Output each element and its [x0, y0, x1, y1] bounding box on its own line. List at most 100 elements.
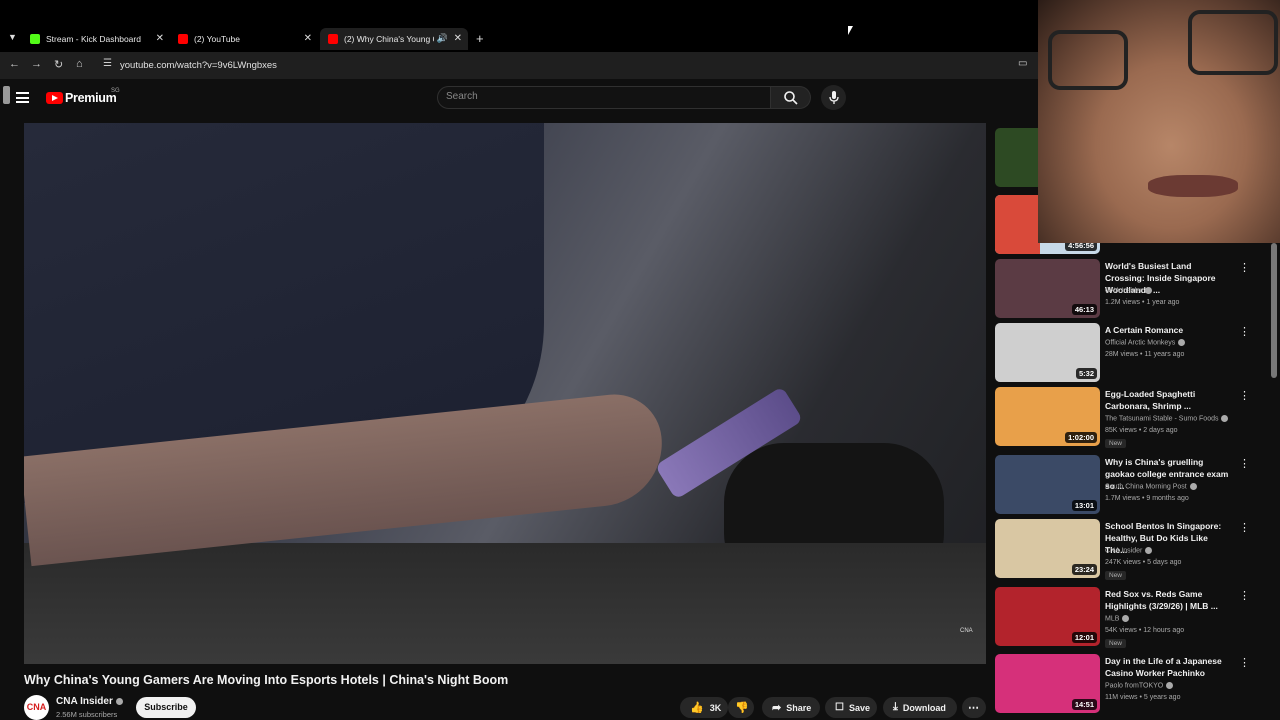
rec-title: Red Sox vs. Reds Game Highlights (3/29/2…: [1105, 589, 1218, 611]
subscriber-count: 2.56M subscribers: [56, 710, 118, 719]
webcam-overlay: [1038, 0, 1280, 243]
new-badge: New: [1105, 639, 1127, 648]
rec-thumbnail: 23:24: [995, 519, 1100, 578]
close-icon[interactable]: ✕: [156, 33, 164, 44]
dislike-button[interactable]: 👎: [728, 697, 754, 718]
logo-text[interactable]: Premium: [65, 91, 117, 105]
video-player[interactable]: [24, 123, 986, 664]
channel-name-text: CNA Insider: [56, 696, 113, 707]
rec-meta: 1.7M views • 9 months ago: [1105, 495, 1189, 502]
rec-meta: 28M views • 11 years ago: [1105, 351, 1185, 358]
cast-icon[interactable]: ▭: [1018, 58, 1027, 69]
thumbs-down-icon: 👎: [735, 702, 749, 714]
verified-icon: [115, 697, 123, 705]
rec-channel: CNA Insider: [1105, 287, 1153, 295]
more-vertical-icon[interactable]: ⋮: [1239, 261, 1250, 274]
list-item[interactable]: 12:01 Red Sox vs. Reds Game Highlights (…: [995, 587, 1255, 649]
new-badge: New: [1105, 571, 1127, 580]
kick-icon: [30, 34, 40, 44]
save-button[interactable]: ☐ Save: [825, 697, 877, 718]
verified-icon: [1122, 615, 1130, 622]
like-button[interactable]: 👍 3K: [680, 697, 728, 718]
tab-kick-dashboard[interactable]: Stream - Kick Dashboard ✕: [22, 28, 170, 50]
more-horizontal-icon: ⋯: [968, 702, 979, 714]
more-actions-button[interactable]: ⋯: [962, 697, 986, 718]
search-icon: [784, 91, 798, 105]
list-item[interactable]: 46:13 World's Busiest Land Crossing: Ins…: [995, 259, 1255, 321]
list-item[interactable]: 5:32 A Certain Romance Official Arctic M…: [995, 323, 1255, 385]
thumbs-up-icon: 👍: [690, 702, 704, 714]
country-code: SG: [111, 88, 120, 94]
search-box[interactable]: [437, 86, 771, 109]
list-item[interactable]: 1:02:00 Egg-Loaded Spaghetti Carbonara, …: [995, 387, 1255, 449]
scrollbar[interactable]: [1271, 243, 1277, 378]
rec-channel-text: CNA Insider: [1105, 287, 1143, 295]
youtube-logo-icon[interactable]: [46, 92, 63, 104]
more-vertical-icon[interactable]: ⋮: [1239, 325, 1250, 338]
search-input[interactable]: Search: [446, 91, 478, 102]
duration-badge: 13:01: [1071, 500, 1097, 511]
voice-search-button[interactable]: [821, 85, 846, 110]
reload-icon[interactable]: ↻: [54, 58, 63, 71]
mouse-cursor-icon: [848, 26, 853, 35]
verified-icon: [1178, 339, 1186, 346]
rec-meta: 85K views • 2 days ago: [1105, 427, 1178, 434]
scroll-thumb-icon: [3, 86, 10, 104]
download-button[interactable]: ⤓ Download: [883, 697, 957, 718]
like-count: 3K: [709, 702, 722, 713]
list-item[interactable]: 23:24 School Bentos In Singapore: Health…: [995, 519, 1255, 581]
tab-youtube[interactable]: (2) YouTube ✕: [170, 28, 318, 50]
tab-current-video[interactable]: (2) Why China's Young Gam 🔊 ✕: [320, 28, 468, 50]
youtube-icon: [328, 34, 338, 44]
new-tab-button[interactable]: +: [476, 31, 484, 46]
site-settings-icon[interactable]: ☰: [103, 58, 112, 69]
bookmark-icon: ☐: [835, 702, 844, 713]
duration-badge: 14:51: [1071, 699, 1097, 710]
forward-icon[interactable]: →: [31, 58, 42, 70]
rec-thumbnail: 1:02:00: [995, 387, 1100, 446]
verified-icon: [1166, 682, 1174, 689]
video-frame-desk: [24, 543, 986, 664]
menu-icon[interactable]: [16, 92, 29, 103]
more-vertical-icon[interactable]: ⋮: [1239, 656, 1250, 669]
home-icon[interactable]: ⌂: [76, 58, 83, 70]
duration-badge: 23:24: [1071, 564, 1097, 575]
microphone-icon: [829, 91, 839, 104]
duration-badge: 1:02:00: [1065, 432, 1097, 443]
rec-channel-text: The Tatsunami Stable - Sumo Foods: [1105, 415, 1219, 423]
channel-name[interactable]: CNA Insider: [56, 696, 123, 707]
subscribe-button[interactable]: Subscribe: [136, 697, 196, 718]
url-field[interactable]: youtube.com/watch?v=9v6LWngbxes: [120, 60, 277, 71]
close-icon[interactable]: ✕: [454, 33, 462, 44]
rec-thumbnail: 46:13: [995, 259, 1100, 318]
rec-channel-text: MLB: [1105, 615, 1120, 623]
webcam-mouth: [1148, 175, 1238, 197]
more-vertical-icon[interactable]: ⋮: [1239, 589, 1250, 602]
speaker-icon[interactable]: 🔊: [437, 33, 448, 44]
rec-thumbnail: 14:51: [995, 654, 1100, 713]
webcam-glasses-right: [1188, 10, 1278, 75]
download-icon: ⤓: [893, 701, 898, 713]
list-item[interactable]: 13:01 Why is China's gruelling gaokao co…: [995, 455, 1255, 517]
rec-channel: South China Morning Post: [1105, 483, 1197, 490]
cna-watermark: CNA: [960, 628, 973, 634]
share-label: Share: [786, 702, 812, 713]
search-button[interactable]: [771, 86, 811, 109]
youtube-icon: [178, 34, 188, 44]
more-vertical-icon[interactable]: ⋮: [1239, 521, 1250, 534]
close-icon[interactable]: ✕: [304, 33, 312, 44]
more-vertical-icon[interactable]: ⋮: [1239, 457, 1250, 470]
channel-avatar[interactable]: CNA: [24, 695, 49, 720]
list-item[interactable]: 14:51 Day in the Life of a Japanese Casi…: [995, 654, 1255, 716]
tab-list-chevron-icon[interactable]: ▼: [8, 32, 17, 42]
video-title: Why China's Young Gamers Are Moving Into…: [24, 673, 509, 687]
rec-title: Day in the Life of a Japanese Casino Wor…: [1105, 656, 1222, 678]
tab-label: (2) YouTube: [194, 34, 240, 44]
back-icon[interactable]: ←: [9, 58, 20, 70]
verified-icon: [1145, 547, 1153, 554]
new-badge: New: [1105, 439, 1127, 448]
rec-title: Egg-Loaded Spaghetti Carbonara, Shrimp .…: [1105, 389, 1196, 411]
rec-meta: 1.2M views • 1 year ago: [1105, 299, 1180, 306]
share-button[interactable]: ➦ Share: [762, 697, 820, 718]
more-vertical-icon[interactable]: ⋮: [1239, 389, 1250, 402]
